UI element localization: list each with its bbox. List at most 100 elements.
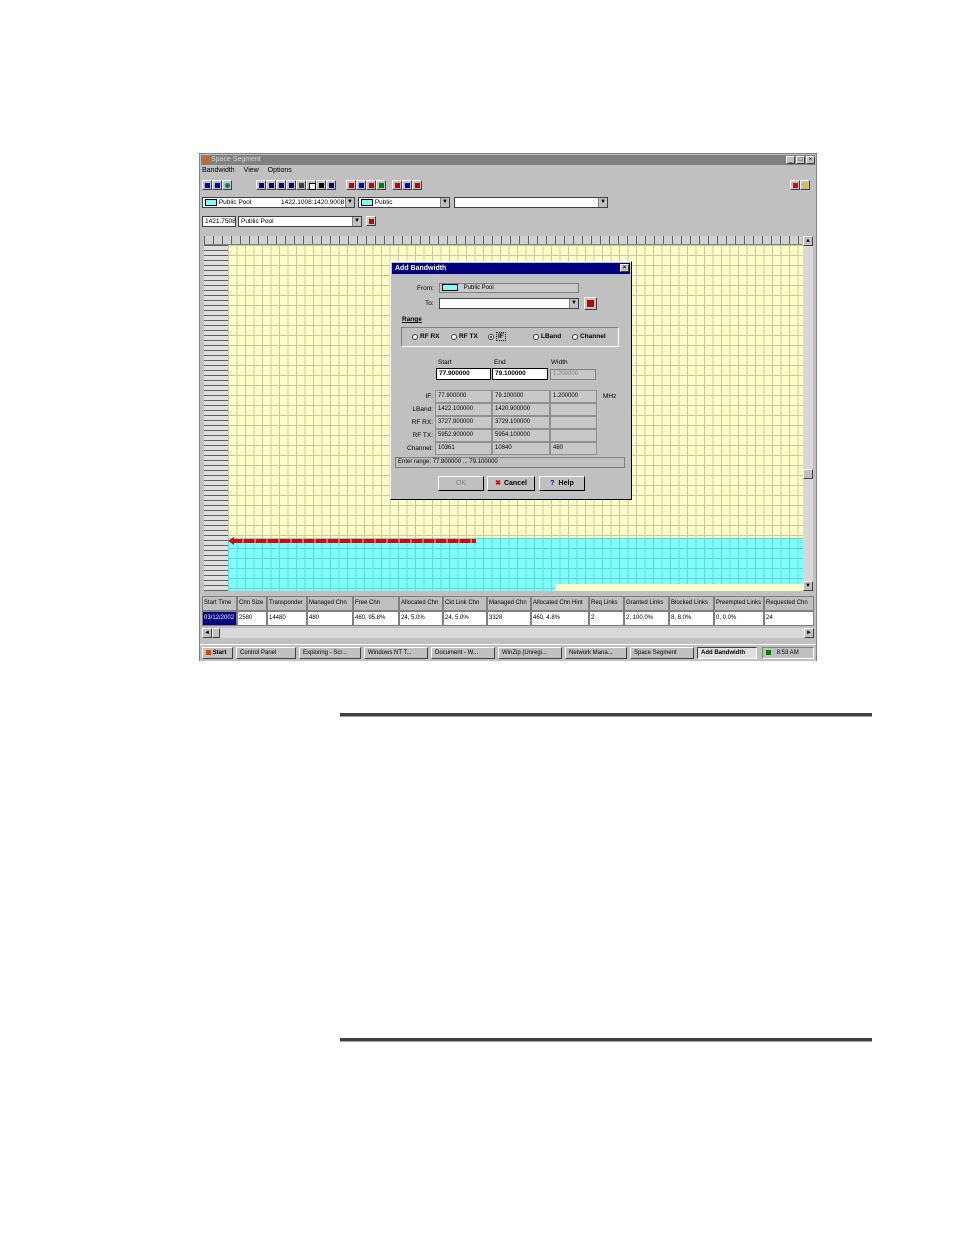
taskbar-item-control-panel[interactable]: Control Panel [236, 647, 296, 659]
close-button[interactable]: × [806, 156, 815, 164]
cell-end: 79.100000 [492, 390, 550, 403]
check-icon[interactable] [790, 180, 800, 190]
tool-icon-2[interactable] [356, 180, 366, 190]
view-icon-4[interactable] [286, 180, 296, 190]
column-header[interactable]: Ckt Link Chn [443, 596, 487, 611]
plot-icon[interactable] [366, 216, 376, 226]
chevron-down-icon[interactable]: ▼ [598, 198, 607, 207]
zoom-out-icon[interactable] [212, 180, 222, 190]
close-icon[interactable]: × [620, 264, 629, 272]
chevron-down-icon[interactable]: ▼ [345, 198, 354, 207]
from-field: Public Pool [439, 283, 579, 293]
radio-label[interactable]: RF RX [420, 332, 440, 341]
column-header[interactable]: Managed Chn [307, 596, 353, 611]
view-icon-8[interactable] [326, 180, 336, 190]
column-header[interactable]: Blocked Links [669, 596, 714, 611]
dialog-title: Add Bandwidth [395, 265, 447, 272]
pool-combo-2[interactable]: Public Pool ▼ [238, 216, 362, 227]
radio-label[interactable]: LBand [541, 332, 561, 341]
column-header[interactable]: Allocated Chn [399, 596, 443, 611]
column-header[interactable]: Chn Size [237, 596, 267, 611]
menu-view[interactable]: View [244, 167, 259, 174]
access-combo[interactable]: Public ▼ [358, 197, 450, 208]
tool-icon-4[interactable] [376, 180, 386, 190]
radio-if[interactable] [488, 334, 494, 340]
tool-icon-5[interactable] [392, 180, 402, 190]
cell-width: 480 [550, 442, 597, 455]
scroll-thumb[interactable] [212, 628, 220, 638]
radio-lband[interactable] [533, 334, 539, 340]
view-icon-5[interactable] [296, 180, 306, 190]
radio-rf-tx[interactable] [451, 334, 457, 340]
column-header[interactable]: Granted Links [624, 596, 669, 611]
start-button[interactable]: Start [202, 647, 233, 659]
maximize-button[interactable]: □ [796, 156, 805, 164]
chevron-down-icon[interactable]: ▼ [440, 198, 449, 207]
end-input[interactable]: 79.100000 [492, 368, 548, 380]
column-header[interactable]: Req Links [589, 596, 624, 611]
scroll-thumb[interactable] [803, 469, 813, 479]
dialog-title-bar: Add Bandwidth × [392, 263, 630, 274]
ok-button[interactable]: OK [438, 476, 484, 491]
scroll-right-icon[interactable]: ► [804, 628, 814, 638]
column-header[interactable]: Allocated Chn Hint [531, 596, 589, 611]
to-combo[interactable]: ▼ [439, 298, 579, 309]
taskbar-item-exploring[interactable]: Exploring - Scr... [299, 647, 361, 659]
column-header[interactable]: Transponder [267, 596, 307, 611]
chevron-down-icon[interactable]: ▼ [569, 299, 578, 308]
menu-bandwidth[interactable]: Bandwidth [202, 167, 235, 174]
view-icon-1[interactable] [256, 180, 266, 190]
bottom-rule [340, 1038, 872, 1042]
row-label: Channel: [406, 445, 433, 452]
radio-label[interactable]: IF [496, 332, 506, 341]
radio-channel[interactable] [572, 334, 578, 340]
chevron-down-icon[interactable]: ▼ [352, 217, 361, 226]
blank-combo[interactable]: ▼ [454, 197, 608, 208]
taskbar-item-document[interactable]: Document - W... [431, 647, 495, 659]
help-icon[interactable] [800, 180, 810, 190]
pool-combo[interactable]: Public Pool 1422.1008:1420.9008 ▼ [202, 197, 355, 208]
view-icon-3[interactable] [276, 180, 286, 190]
column-header[interactable]: Start Time [202, 596, 237, 611]
view-icon-6[interactable] [306, 180, 316, 190]
scroll-left-icon[interactable]: ◄ [202, 628, 212, 638]
globe-icon[interactable] [222, 180, 232, 190]
radio-label[interactable]: RF TX [459, 332, 478, 341]
taskbar-item-add-bandwidth[interactable]: Add Bandwidth [697, 647, 757, 659]
view-icon-2[interactable] [266, 180, 276, 190]
tool-icon-6[interactable] [402, 180, 412, 190]
minimize-button[interactable]: _ [786, 156, 795, 164]
tool-icon-7[interactable] [412, 180, 422, 190]
tool-icon-1[interactable] [346, 180, 356, 190]
column-header[interactable]: Managed Chn [487, 596, 531, 611]
scroll-up-icon[interactable]: ▲ [803, 236, 813, 246]
cancel-button[interactable]: ✖ Cancel [487, 476, 535, 491]
help-button[interactable]: ? Help [539, 476, 585, 491]
column-header[interactable]: Free Chn [353, 596, 399, 611]
taskbar-item-space-segment[interactable]: Space Segment [630, 647, 694, 659]
radio-rf-rx[interactable] [412, 334, 418, 340]
font-icon[interactable] [316, 180, 326, 190]
zoom-in-icon[interactable] [202, 180, 212, 190]
taskbar-item-windows-nt[interactable]: Windows NT T... [364, 647, 428, 659]
cell-end: 10840 [492, 442, 550, 455]
menu-options[interactable]: Options [268, 167, 292, 174]
window-title: Space Segment [211, 156, 261, 163]
column-header[interactable]: Requested Chn [764, 596, 814, 611]
freq-value-field[interactable]: 1421.7508 [202, 216, 236, 227]
table-cell: 460, 4.8% [531, 611, 589, 626]
windows-logo-icon [206, 649, 211, 655]
horizontal-scrollbar[interactable]: ◄ ► [202, 628, 814, 638]
table-cell[interactable]: 03/12/2002 [202, 611, 237, 626]
radio-label[interactable]: Channel [580, 332, 606, 341]
taskbar-item-winzip[interactable]: WinZip (Unregi... [498, 647, 562, 659]
question-icon: ? [550, 480, 555, 487]
vertical-scrollbar[interactable]: ▲ ▼ [803, 236, 813, 591]
column-header[interactable]: Preempted Links [714, 596, 764, 611]
pick-color-icon[interactable] [584, 297, 597, 310]
taskbar-item-network[interactable]: Network Mana... [565, 647, 627, 659]
x-icon: ✖ [495, 480, 501, 487]
start-input[interactable]: 77.900000 [436, 368, 491, 380]
tool-icon-3[interactable] [366, 180, 376, 190]
scroll-down-icon[interactable]: ▼ [803, 581, 813, 591]
